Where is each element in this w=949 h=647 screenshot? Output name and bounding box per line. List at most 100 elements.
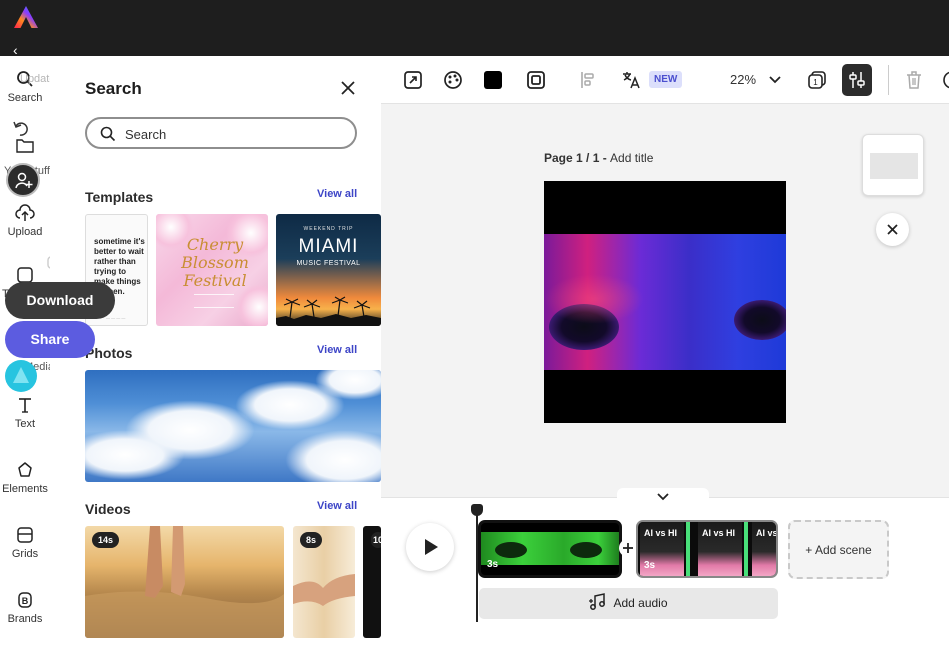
- rail-label-grids: Grids: [11, 548, 39, 560]
- align-icon[interactable]: [579, 70, 599, 90]
- chevron-down-icon[interactable]: [767, 72, 783, 88]
- cloud-upload-icon: [15, 204, 35, 221]
- playhead-line[interactable]: [476, 510, 478, 622]
- page-number: Page 1 / 1 -: [544, 151, 611, 165]
- cloud-shape: [85, 430, 185, 480]
- trash-icon[interactable]: [904, 70, 924, 90]
- elements-icon: [18, 462, 32, 477]
- add-person-icon: [15, 172, 33, 189]
- rail-item-brands[interactable]: B Brands: [0, 591, 50, 625]
- page-thumbnail[interactable]: [862, 134, 924, 196]
- search-box[interactable]: [85, 117, 357, 149]
- scene-duration: 3s: [487, 559, 499, 570]
- adjust-panel-toggle[interactable]: [842, 64, 872, 96]
- triangle-logo-icon: [13, 367, 29, 383]
- zoom-level[interactable]: 22%: [730, 72, 756, 87]
- panel-title: Search: [85, 79, 142, 98]
- share-button[interactable]: Share: [5, 321, 95, 358]
- video-card-hands[interactable]: 8s: [293, 526, 355, 638]
- text-icon: [19, 398, 31, 413]
- template-quote-footer: — — — —: [106, 315, 126, 320]
- template-card-miami[interactable]: WEEKEND TRIP MIAMI MUSIC FESTIVAL: [276, 214, 381, 326]
- more-options-icon[interactable]: [942, 70, 949, 90]
- video-card-beach[interactable]: 14s: [85, 526, 284, 638]
- playhead-handle[interactable]: [471, 504, 483, 516]
- template-card-cherry-blossom[interactable]: Cherry Blossom Festival: [156, 214, 268, 326]
- scene-cell: AI vs HI: [698, 522, 742, 576]
- brands-icon: B: [18, 592, 32, 608]
- video-duration-badge: 8s: [300, 532, 323, 548]
- video-duration-badge: 10: [371, 532, 381, 548]
- color-palette-icon[interactable]: [443, 70, 463, 90]
- videos-view-all-link[interactable]: View all: [317, 500, 357, 512]
- eyes-silhouette: [495, 542, 602, 558]
- resize-icon[interactable]: [403, 70, 423, 90]
- svg-text:1: 1: [813, 78, 818, 87]
- music-note-plus-icon: [589, 593, 606, 611]
- adobe-express-logo[interactable]: [13, 5, 39, 29]
- back-chevron-icon[interactable]: ‹: [13, 43, 18, 57]
- search-input[interactable]: [125, 124, 345, 144]
- sliders-icon: [849, 72, 865, 88]
- timeline-scene-2[interactable]: AI vs HI AI vs HI AI vs 3s: [636, 520, 778, 578]
- close-panel-icon[interactable]: [339, 79, 357, 97]
- rail-item-upload[interactable]: Upload: [0, 204, 50, 238]
- templates-heading: Templates: [85, 189, 154, 205]
- template-cherry-lines: [194, 294, 234, 308]
- video-duration-badge: 14s: [92, 532, 120, 548]
- add-audio-button[interactable]: Add audio: [479, 588, 778, 619]
- rail-label-upload: Upload: [7, 226, 43, 238]
- border-icon[interactable]: [526, 70, 546, 90]
- toolbar-divider: [888, 65, 889, 95]
- fill-color-swatch-icon[interactable]: [483, 70, 503, 90]
- folder-icon[interactable]: [16, 137, 34, 153]
- right-eye-shape: [734, 300, 786, 340]
- close-preview-button[interactable]: [876, 213, 909, 246]
- templates-view-all-link[interactable]: View all: [317, 188, 357, 200]
- timeline-collapse-tab[interactable]: [617, 488, 709, 506]
- svg-text:B: B: [22, 596, 29, 606]
- rail-item-elements[interactable]: Elements: [0, 461, 50, 495]
- rail-label-text: Text: [14, 418, 36, 430]
- videos-heading: Videos: [85, 501, 131, 517]
- add-title-link[interactable]: Add title: [610, 151, 653, 165]
- scene-divider-bar: [744, 522, 748, 576]
- blossom-shape: [236, 284, 268, 326]
- scene-cell-text: AI vs: [756, 528, 778, 538]
- search-panel: Search Templates View all sometime it's …: [50, 56, 381, 647]
- app-root: ‹ Search Upload T Text Elements Grids B: [0, 0, 949, 647]
- template-miami-title: MIAMI: [298, 236, 359, 257]
- adobe-assistant-icon[interactable]: [5, 360, 37, 392]
- play-button[interactable]: [406, 523, 454, 571]
- play-icon: [425, 539, 438, 555]
- scene-cell-text: AI vs HI: [702, 528, 736, 538]
- scene-divider-bar: [686, 522, 690, 576]
- download-button[interactable]: Download: [5, 282, 115, 319]
- translate-icon[interactable]: [621, 70, 641, 90]
- layers-icon[interactable]: 1: [807, 70, 827, 90]
- video-card-dark[interactable]: 10: [363, 526, 381, 638]
- scene-cell-text: AI vs HI: [644, 528, 678, 538]
- eyes-video-frame: [544, 234, 786, 370]
- top-toolbar: NEW 22% 1: [381, 56, 949, 104]
- rail-item-text[interactable]: Text: [0, 396, 50, 430]
- invite-collaborator-button[interactable]: [6, 163, 40, 197]
- rail-item-grids[interactable]: Grids: [0, 526, 50, 560]
- rail-label-search: Search: [7, 92, 43, 104]
- photos-view-all-link[interactable]: View all: [317, 344, 357, 356]
- chevron-down-icon: [657, 493, 669, 501]
- scene-duration: 3s: [644, 560, 656, 571]
- photo-card-sky-clouds[interactable]: [85, 370, 381, 482]
- timeline-scene-1[interactable]: 3s: [478, 520, 622, 578]
- artboard-page[interactable]: [544, 181, 786, 423]
- template-cherry-title: Cherry Blossom Festival: [181, 235, 249, 290]
- add-scene-button[interactable]: + Add scene: [788, 520, 889, 579]
- grids-icon: [17, 527, 33, 543]
- page-label: Page 1 / 1 - Add title: [544, 151, 653, 165]
- cloud-shape: [285, 430, 381, 482]
- insert-scene-button[interactable]: [619, 539, 637, 557]
- scene-thumbnail-green-eyes: [481, 532, 619, 565]
- new-feature-badge: NEW: [649, 71, 683, 88]
- top-bar: ‹: [0, 0, 949, 57]
- add-audio-label: Add audio: [613, 596, 668, 610]
